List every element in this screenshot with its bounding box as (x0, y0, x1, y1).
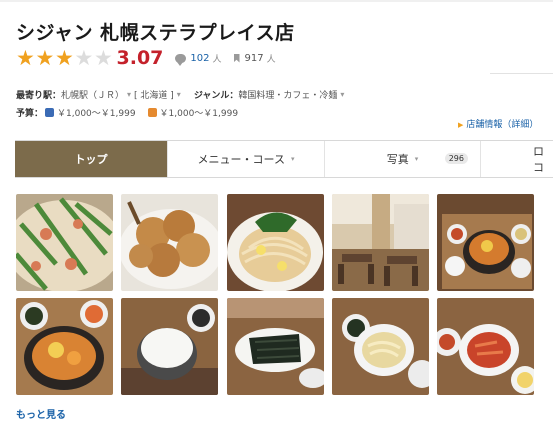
area-value[interactable]: [ 北海道 ] (134, 88, 174, 101)
tab-menu-course[interactable]: メニュー・コース ▾ (168, 141, 325, 177)
photo-banchan-kimchi[interactable] (437, 298, 534, 395)
budget-lunch: ￥1,000～￥1,999 (159, 109, 239, 119)
triangle-right-icon: ▶ (458, 121, 464, 129)
rating-score: 3.07 (116, 47, 164, 69)
tab-kuchikomi[interactable]: ロコ (481, 141, 553, 177)
photo-restaurant-interior[interactable] (332, 194, 429, 291)
photo-cold-noodles[interactable] (227, 194, 324, 291)
photo-stew-set-tray[interactable] (437, 194, 534, 291)
review-count-value[interactable]: 102 (190, 53, 209, 64)
review-count-unit: 人 (212, 54, 222, 65)
star-full-icon: ★ (35, 45, 55, 70)
shop-details-link-label[interactable]: 店舗情報（詳細） (466, 120, 538, 130)
tab-photos-label: 写真 (386, 153, 409, 166)
dropdown-chevron-icon[interactable]: ▾ (177, 90, 181, 99)
dropdown-chevron-icon[interactable]: ▾ (340, 90, 344, 99)
save-count-unit: 人 (266, 54, 276, 65)
budget-row: 予算： ￥1,000～￥1,999 ￥1,000～￥1,999 (16, 106, 238, 119)
divider (490, 73, 553, 74)
star-rating: ★ ★ ★ ★ ★ (16, 45, 114, 70)
station-genre-row: 最寄り駅： 札幌駅（ＪＲ） ▾ [ 北海道 ] ▾ ジャンル： 韓国料理・カフェ… (16, 88, 347, 101)
photo-rice-bowl[interactable] (121, 298, 218, 395)
star-full-icon: ★ (16, 45, 35, 70)
tab-kuchikomi-label: ロコ (533, 145, 544, 174)
tab-menu-course-label: メニュー・コース (197, 153, 285, 166)
star-full-icon: ★ (55, 45, 74, 70)
photo-stew-pot[interactable] (16, 298, 113, 395)
photo-count-badge: 296 (444, 153, 468, 164)
comment-icon (175, 53, 187, 66)
save-count: 917 人 (233, 52, 276, 65)
chevron-down-icon: ▾ (290, 155, 295, 163)
dinner-moon-icon (45, 108, 55, 117)
photo-seafood-pancake[interactable] (16, 194, 113, 291)
show-more-link[interactable]: もっと見る (16, 406, 66, 421)
lunch-sun-icon (147, 108, 157, 117)
review-count[interactable]: 102 人 (175, 52, 222, 66)
photo-fried-chicken[interactable] (121, 194, 218, 291)
shop-details-link[interactable]: ▶ 店舗情報（詳細） (458, 117, 538, 130)
tab-top[interactable]: トップ (15, 141, 168, 177)
star-empty-icon: ★ (74, 45, 94, 70)
station-value[interactable]: 札幌駅（ＪＲ） (61, 88, 124, 101)
chevron-down-icon: ▾ (414, 155, 419, 163)
tab-bar: トップ メニュー・コース ▾ 写真 ▾ 296 ロコ (15, 140, 553, 178)
bookmark-icon (233, 53, 240, 63)
genre-label: ジャンル： (193, 91, 239, 101)
dropdown-chevron-icon[interactable]: ▾ (127, 90, 131, 99)
station-label: 最寄り駅： (16, 91, 62, 101)
tab-top-label: トップ (74, 153, 108, 166)
save-count-value: 917 (244, 52, 264, 64)
genre-value[interactable]: 韓国料理・カフェ・冷麺 (238, 88, 337, 101)
tab-photos[interactable]: 写真 ▾ 296 (325, 141, 481, 177)
rating-row: ★ ★ ★ ★ ★ 3.07 102 人 917 人 (16, 46, 276, 70)
budget-dinner: ￥1,000～￥1,999 (57, 109, 136, 119)
photo-seaweed-plate[interactable] (227, 298, 324, 395)
star-empty-icon: ★ (94, 45, 113, 70)
top-divider (0, 0, 553, 2)
budget-label: 予算： (16, 109, 44, 119)
photo-banchan-sprouts[interactable] (332, 298, 429, 395)
page-title: シジャン 札幌ステラプレイス店 (16, 22, 295, 44)
